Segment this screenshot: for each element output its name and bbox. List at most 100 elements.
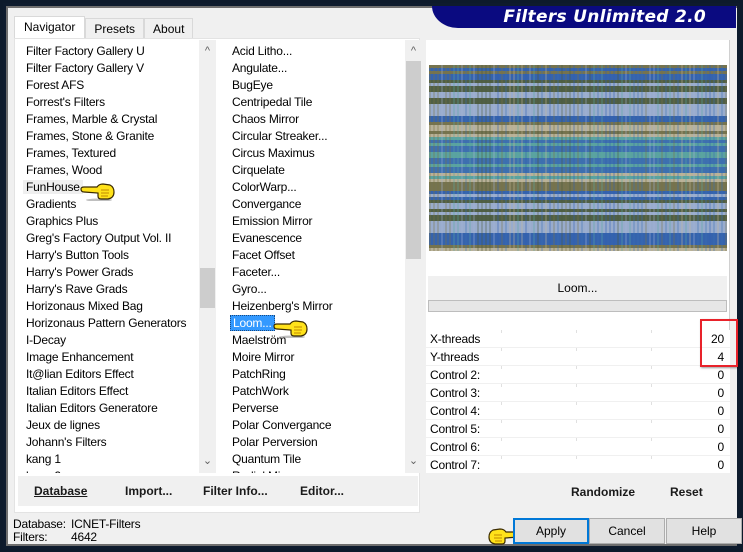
randomize-button[interactable]: Randomize [571,477,635,507]
slider-tick [576,366,577,369]
slider-tick [576,456,577,459]
control-slider-row[interactable]: Control 2: 0 [426,366,730,384]
control-slider-row[interactable]: Control 4: 0 [426,402,730,420]
control-slider-row[interactable]: Control 6: 0 [426,438,730,456]
filter-item-label: Emission Mirror [232,214,313,228]
category-list-item[interactable]: Horizonaus Pattern Generators [20,315,186,332]
cancel-button[interactable]: Cancel [589,518,665,544]
tab-presets[interactable]: Presets [85,18,145,39]
control-slider-row[interactable]: Y-threads 4 [426,348,730,366]
weave-thread [557,65,559,251]
scroll-thumb[interactable] [200,268,215,308]
scroll-thumb[interactable] [406,61,421,259]
weave-thread [525,65,527,251]
filter-list-item[interactable]: Emission Mirror [226,213,333,230]
category-list-item[interactable]: Italian Editors Generatore [20,400,186,417]
category-list-item[interactable]: kang 1 [20,451,186,468]
weave-thread [617,65,619,251]
filter-list-item[interactable]: Moire Mirror [226,349,333,366]
category-list-item[interactable]: Johann's Filters [20,434,186,451]
slider-tick [576,420,577,423]
control-slider-row[interactable]: Control 5: 0 [426,420,730,438]
tab-about[interactable]: About [144,18,194,39]
filter-info-button[interactable]: Filter Info... [203,476,268,506]
slider-tick [576,438,577,441]
slider-tick [501,438,502,441]
filter-list-item[interactable]: Circus Maximus [226,145,333,162]
slider-tick [501,384,502,387]
filter-list-item[interactable]: Heizenberg's Mirror [226,298,333,315]
editor-button[interactable]: Editor... [300,476,344,506]
category-list-item[interactable]: Greg's Factory Output Vol. II [20,230,186,247]
chevron-up-icon[interactable]: ^ [199,43,216,60]
category-list[interactable]: Filter Factory Gallery U Filter Factory G… [20,40,216,473]
weave-thread [489,65,491,251]
category-list-item[interactable]: Frames, Stone & Granite [20,128,186,145]
category-list-item[interactable]: Jeux de lignes [20,417,186,434]
filter-list-item[interactable]: Polar Perversion [226,434,333,451]
category-list-item[interactable]: Filter Factory Gallery U [20,43,186,60]
filter-list-item[interactable]: Evanescence [226,230,333,247]
category-list-item[interactable]: Graphics Plus [20,213,186,230]
category-list-item[interactable]: Horizonaus Mixed Bag [20,298,186,315]
category-list-item[interactable]: I-Decay [20,332,186,349]
control-slider-row[interactable]: X-threads 20 [426,330,730,348]
category-list-item[interactable]: Italian Editors Effect [20,383,186,400]
filter-list-item[interactable]: Chaos Mirror [226,111,333,128]
import-button[interactable]: Import... [125,476,172,506]
category-list-item[interactable]: Harry's Button Tools [20,247,186,264]
filter-list-item[interactable]: PatchWork [226,383,333,400]
filter-list-item[interactable]: Perverse [226,400,333,417]
filter-list-item[interactable]: Acid Litho... [226,43,333,60]
category-list-item[interactable]: Harry's Power Grads [20,264,186,281]
category-list-item[interactable]: Forrest's Filters [20,94,186,111]
category-list-item[interactable]: It@lian Editors Effect [20,366,186,383]
status-area: Database: ICNET-Filters Filters: 4642 [13,518,141,544]
filter-list-item[interactable]: BugEye [226,77,333,94]
chevron-down-icon[interactable]: ⌄ [199,453,216,470]
control-actions: Randomize Reset [426,477,730,507]
filter-name-button[interactable]: Loom... [428,276,727,300]
filter-list-item[interactable]: Radial Mirror [226,468,333,473]
filter-list-item[interactable]: Cirquelate [226,162,333,179]
category-list-item[interactable]: Frames, Wood [20,162,186,179]
weave-thread [569,65,571,251]
filter-list-item[interactable]: ColorWarp... [226,179,333,196]
category-list-item[interactable]: Image Enhancement [20,349,186,366]
control-slider-row[interactable]: Control 7: 0 [426,456,730,474]
filter-list[interactable]: Acid Litho... Angulate... BugEye Centripeda… [226,40,422,473]
reset-button[interactable]: Reset [670,477,703,507]
filter-item-label: Chaos Mirror [232,112,299,126]
category-list-item[interactable]: Frames, Marble & Crystal [20,111,186,128]
chevron-down-icon[interactable]: ⌄ [405,453,422,470]
filter-list-item[interactable]: PatchRing [226,366,333,383]
filter-list-item[interactable]: Gyro... [226,281,333,298]
filter-list-item[interactable]: Angulate... [226,60,333,77]
filter-list-item[interactable]: Polar Convergance [226,417,333,434]
filter-list-item[interactable]: Convergance [226,196,333,213]
control-slider-row[interactable]: Control 3: 0 [426,384,730,402]
filter-list-item[interactable]: Quantum Tile [226,451,333,468]
filter-list-item[interactable]: Faceter... [226,264,333,281]
category-list-item[interactable]: Filter Factory Gallery V [20,60,186,77]
filter-scrollbar[interactable]: ^ ⌄ [405,40,422,473]
apply-button[interactable]: Apply [513,518,589,544]
category-scrollbar[interactable]: ^ ⌄ [199,40,216,473]
tab-navigator[interactable]: Navigator [14,16,86,39]
weave-thread [445,65,447,251]
filter-item-label: Polar Perversion [232,435,318,449]
weave-thread [537,65,539,251]
filter-list-item[interactable]: Centripedal Tile [226,94,333,111]
category-list-item[interactable]: Harry's Rave Grads [20,281,186,298]
category-list-item[interactable]: Frames, Textured [20,145,186,162]
filter-items: Acid Litho... Angulate... BugEye Centripeda… [226,43,333,473]
filter-list-item[interactable]: Facet Offset [226,247,333,264]
database-button[interactable]: Database [34,476,87,506]
help-button[interactable]: Help [666,518,742,544]
weave-thread [697,65,699,251]
chevron-up-icon[interactable]: ^ [405,43,422,60]
category-list-item[interactable]: kang 2 [20,468,186,473]
category-list-item[interactable]: Forest AFS [20,77,186,94]
filter-list-item[interactable]: Circular Streaker... [226,128,333,145]
weave-thread [689,65,691,251]
